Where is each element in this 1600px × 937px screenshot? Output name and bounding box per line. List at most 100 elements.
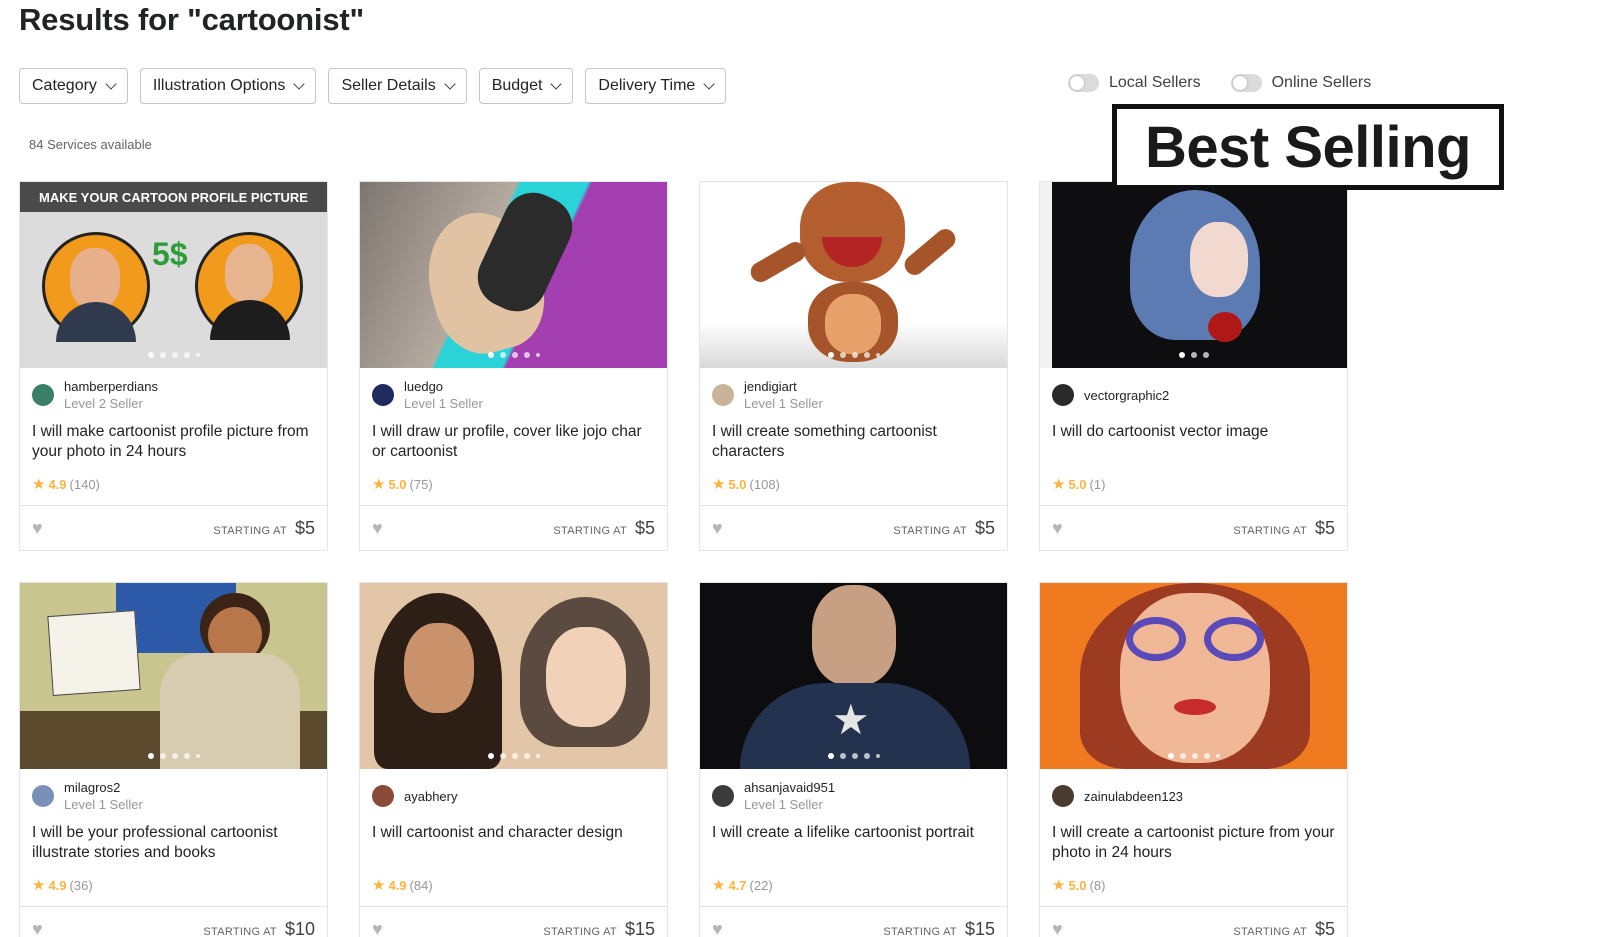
gig-title[interactable]: I will make cartoonist profile picture f… bbox=[32, 422, 317, 462]
heart-icon[interactable]: ♥ bbox=[712, 518, 723, 539]
avatar[interactable] bbox=[32, 384, 54, 406]
heart-icon[interactable]: ♥ bbox=[32, 919, 43, 937]
gig-card[interactable]: milagros2 Level 1 Seller I will be your … bbox=[19, 582, 328, 937]
gig-title[interactable]: I will cartoonist and character design bbox=[372, 823, 657, 843]
carousel-dot bbox=[851, 352, 858, 358]
review-count: (22) bbox=[749, 877, 773, 893]
seller-info[interactable]: zainulabdeen123 bbox=[1052, 785, 1183, 807]
image-banner: MAKE YOUR CARTOON PROFILE PICTURE bbox=[20, 182, 327, 212]
avatar[interactable] bbox=[1052, 384, 1074, 406]
card-footer: ♥ STARTING AT $5 bbox=[1040, 505, 1347, 550]
belly-shape bbox=[825, 294, 881, 354]
carousel-dot bbox=[487, 352, 494, 358]
gig-card[interactable]: ayabhery I will cartoonist and character… bbox=[359, 582, 668, 937]
seller-info[interactable]: luedgo Level 1 Seller bbox=[372, 378, 483, 412]
gig-price[interactable]: $5 bbox=[635, 518, 655, 539]
seller-name[interactable]: zainulabdeen123 bbox=[1084, 788, 1183, 805]
filter-illustration-options[interactable]: Illustration Options bbox=[139, 68, 317, 104]
gig-title[interactable]: I will do cartoonist vector image bbox=[1052, 422, 1337, 442]
heart-icon[interactable]: ♥ bbox=[32, 518, 43, 539]
seller-info[interactable]: vectorgraphic2 bbox=[1052, 384, 1169, 406]
gig-price[interactable]: $5 bbox=[1315, 518, 1335, 539]
online-sellers-toggle[interactable]: Online Sellers bbox=[1230, 74, 1371, 92]
heart-icon[interactable]: ♥ bbox=[372, 518, 383, 539]
seller-name[interactable]: jendigiart bbox=[744, 378, 823, 395]
carousel-dot bbox=[839, 352, 846, 358]
sort-by-best-selling[interactable]: Best Selling bbox=[1112, 104, 1504, 190]
seller-info[interactable]: milagros2 Level 1 Seller bbox=[32, 779, 143, 813]
carousel-dot bbox=[511, 753, 518, 759]
toggle-switch[interactable] bbox=[1068, 74, 1099, 92]
filter-category[interactable]: Category bbox=[19, 68, 128, 104]
rating-value: 5.0 bbox=[388, 476, 407, 492]
gig-image[interactable] bbox=[700, 182, 1007, 368]
seller-level: Level 1 Seller bbox=[744, 396, 823, 411]
gig-card[interactable]: jendigiart Level 1 Seller I will create … bbox=[699, 181, 1008, 551]
gig-image[interactable] bbox=[1040, 182, 1347, 368]
heart-icon[interactable]: ♥ bbox=[712, 919, 723, 937]
gig-price[interactable]: $5 bbox=[1315, 919, 1335, 937]
gig-title[interactable]: I will create something cartoonist chara… bbox=[712, 422, 997, 462]
gig-title[interactable]: I will create a cartoonist picture from … bbox=[1052, 823, 1337, 863]
carousel-dots[interactable] bbox=[1040, 753, 1347, 759]
seller-info[interactable]: ayabhery bbox=[372, 785, 457, 807]
filter-budget[interactable]: Budget bbox=[478, 68, 574, 104]
gig-image[interactable]: ★ bbox=[700, 583, 1007, 769]
gig-price[interactable]: $5 bbox=[975, 518, 995, 539]
gig-card[interactable]: luedgo Level 1 Seller I will draw ur pro… bbox=[359, 181, 668, 551]
carousel-dot bbox=[875, 353, 880, 357]
lips-shape bbox=[1174, 699, 1216, 715]
gig-image[interactable] bbox=[1040, 583, 1347, 769]
filter-seller-details[interactable]: Seller Details bbox=[328, 68, 467, 104]
avatar[interactable] bbox=[1052, 785, 1074, 807]
carousel-dots[interactable] bbox=[700, 352, 1007, 358]
carousel-dot bbox=[147, 753, 154, 759]
gig-image[interactable] bbox=[360, 182, 667, 368]
gig-price[interactable]: $15 bbox=[965, 919, 995, 937]
seller-info[interactable]: ahsanjavaid951 Level 1 Seller bbox=[712, 779, 835, 813]
heart-icon[interactable]: ♥ bbox=[1052, 518, 1063, 539]
carousel-dots[interactable] bbox=[20, 753, 327, 759]
gig-card[interactable]: ★ ahsanjavaid951 Level 1 Seller I will c… bbox=[699, 582, 1008, 937]
gig-card[interactable]: MAKE YOUR CARTOON PROFILE PICTURE 5$ ham… bbox=[19, 181, 328, 551]
seller-name[interactable]: milagros2 bbox=[64, 779, 143, 796]
filter-delivery-time[interactable]: Delivery Time bbox=[585, 68, 727, 104]
starting-at-label: STARTING AT bbox=[1233, 926, 1307, 937]
seller-name[interactable]: luedgo bbox=[404, 378, 483, 395]
gig-image[interactable] bbox=[20, 583, 327, 769]
gig-card[interactable]: zainulabdeen123 I will create a cartooni… bbox=[1039, 582, 1348, 937]
starting-at-label: STARTING AT bbox=[883, 926, 957, 937]
heart-icon[interactable]: ♥ bbox=[1052, 919, 1063, 937]
carousel-dots[interactable] bbox=[20, 352, 327, 358]
rating-value: 4.9 bbox=[48, 877, 67, 893]
gig-image[interactable]: MAKE YOUR CARTOON PROFILE PICTURE 5$ bbox=[20, 182, 327, 368]
toggle-switch[interactable] bbox=[1230, 74, 1262, 92]
avatar[interactable] bbox=[32, 785, 54, 807]
carousel-dots[interactable] bbox=[360, 753, 667, 759]
heart-icon[interactable]: ♥ bbox=[372, 919, 383, 937]
local-sellers-toggle[interactable]: Local Sellers bbox=[1068, 74, 1201, 92]
toggle-knob bbox=[1070, 76, 1084, 90]
carousel-dots[interactable] bbox=[360, 352, 667, 358]
seller-name[interactable]: ahsanjavaid951 bbox=[744, 779, 835, 796]
seller-info[interactable]: hamberperdians Level 2 Seller bbox=[32, 378, 158, 412]
gig-price[interactable]: $10 bbox=[285, 919, 315, 937]
gig-title[interactable]: I will create a lifelike cartoonist port… bbox=[712, 823, 997, 843]
star-icon: ★ bbox=[372, 877, 386, 894]
seller-name[interactable]: ayabhery bbox=[404, 788, 457, 805]
seller-name[interactable]: vectorgraphic2 bbox=[1084, 387, 1169, 404]
avatar[interactable] bbox=[712, 384, 734, 406]
gig-image[interactable] bbox=[360, 583, 667, 769]
avatar[interactable] bbox=[712, 785, 734, 807]
carousel-dots[interactable] bbox=[700, 753, 1007, 759]
avatar[interactable] bbox=[372, 384, 394, 406]
carousel-dots[interactable] bbox=[1040, 352, 1347, 358]
seller-info[interactable]: jendigiart Level 1 Seller bbox=[712, 378, 823, 412]
gig-price[interactable]: $5 bbox=[295, 518, 315, 539]
gig-price[interactable]: $15 bbox=[625, 919, 655, 937]
gig-title[interactable]: I will draw ur profile, cover like jojo … bbox=[372, 422, 657, 462]
avatar[interactable] bbox=[372, 785, 394, 807]
gig-title[interactable]: I will be your professional cartoonist i… bbox=[32, 823, 317, 863]
seller-name[interactable]: hamberperdians bbox=[64, 378, 158, 395]
gig-card[interactable]: vectorgraphic2 I will do cartoonist vect… bbox=[1039, 181, 1348, 551]
